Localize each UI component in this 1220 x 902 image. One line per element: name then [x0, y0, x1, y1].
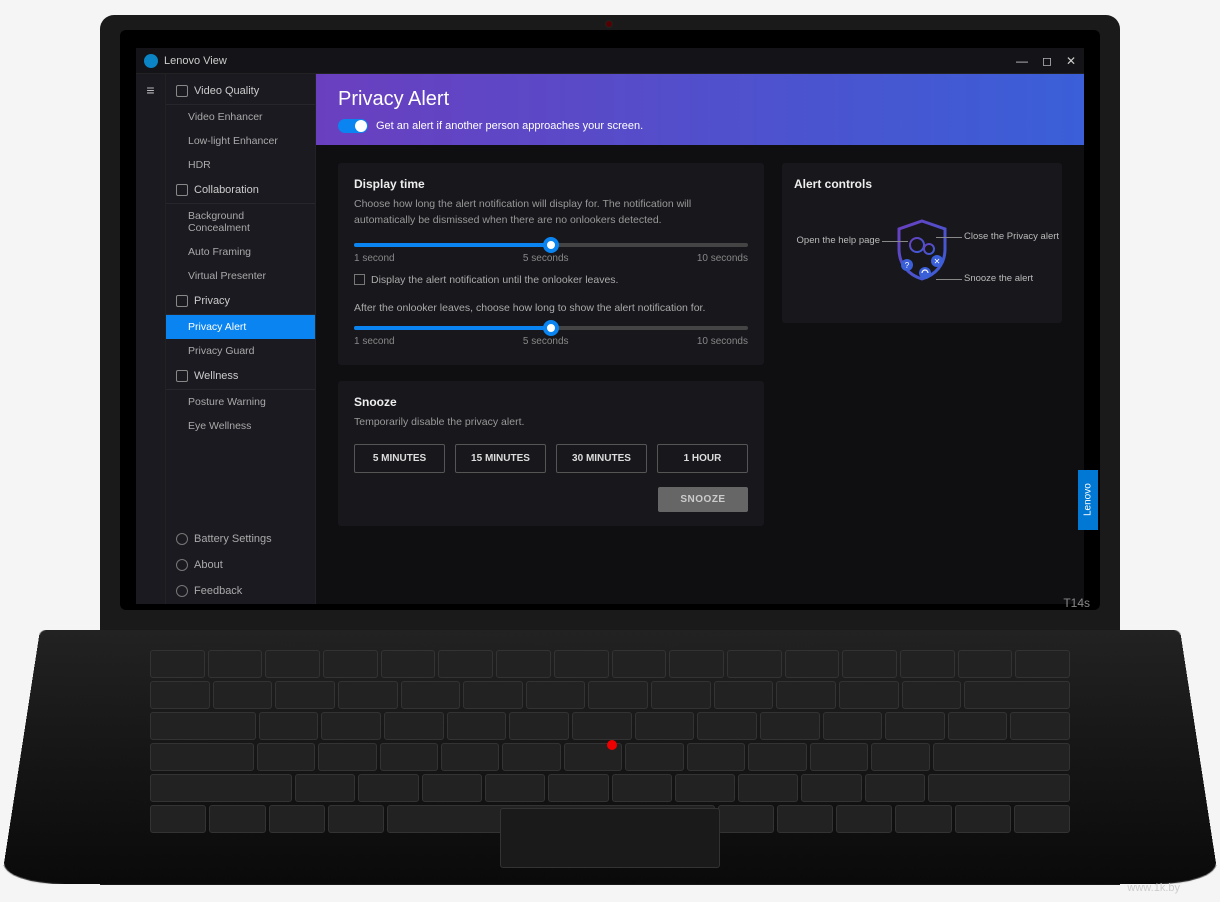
sidebar-item-privacy-alert[interactable]: Privacy Alert [166, 315, 315, 339]
svg-text:?: ? [905, 261, 910, 270]
callout-close: Close the Privacy alert [964, 231, 1050, 242]
sidebar-item-about[interactable]: About [166, 552, 315, 578]
sidebar-item-background-concealment[interactable]: Background Concealment [166, 204, 315, 240]
snooze-30min-button[interactable]: 30 MINUTES [556, 444, 647, 473]
chat-icon [176, 585, 188, 597]
trackpoint [607, 740, 617, 750]
display-time-card: Display time Choose how long the alert n… [338, 163, 764, 365]
sidebar-item-low-light-enhancer[interactable]: Low-light Enhancer [166, 129, 315, 153]
page-header: Privacy Alert Get an alert if another pe… [316, 74, 1084, 145]
callout-snooze: Snooze the alert [964, 273, 1050, 284]
snooze-card: Snooze Temporarily disable the privacy a… [338, 381, 764, 527]
keyboard [150, 650, 1070, 805]
slider2-min-label: 1 second [354, 336, 395, 347]
trackpad [500, 808, 720, 868]
slider-min-label: 1 second [354, 253, 395, 264]
main-content: Privacy Alert Get an alert if another pe… [316, 74, 1084, 604]
page-title: Privacy Alert [338, 88, 1062, 111]
snooze-15min-button[interactable]: 15 MINUTES [455, 444, 546, 473]
snooze-1hour-button[interactable]: 1 HOUR [657, 444, 748, 473]
after-leave-slider[interactable]: 1 second 5 seconds 10 seconds [354, 326, 748, 347]
app-window: Lenovo View — ◻ ✕ ≡ Video Quality Video … [136, 48, 1084, 604]
lenovo-brand-tag: Lenovo [1078, 470, 1098, 530]
sidebar-section-wellness[interactable]: Wellness [166, 363, 315, 390]
snooze-5min-button[interactable]: 5 MINUTES [354, 444, 445, 473]
window-minimize-icon[interactable]: — [1016, 54, 1028, 68]
app-title: Lenovo View [164, 55, 227, 67]
window-maximize-icon[interactable]: ◻ [1042, 54, 1052, 68]
snooze-action-button[interactable]: SNOOZE [658, 487, 748, 512]
sidebar-section-collaboration[interactable]: Collaboration [166, 177, 315, 204]
collab-icon [176, 184, 188, 196]
laptop-model-badge: T14s [1063, 596, 1090, 610]
privacy-shield-icon: ? ✕ [895, 219, 949, 281]
sidebar-item-hdr[interactable]: HDR [166, 153, 315, 177]
watermark: www.1k.by [1127, 882, 1180, 894]
shield-icon [176, 295, 188, 307]
hamburger-menu-icon[interactable]: ≡ [136, 74, 166, 604]
display-time-desc: Choose how long the alert notification w… [354, 197, 748, 229]
sidebar-section-video-quality[interactable]: Video Quality [166, 78, 315, 105]
info-icon [176, 559, 188, 571]
sidebar-item-virtual-presenter[interactable]: Virtual Presenter [166, 264, 315, 288]
sidebar-item-posture-warning[interactable]: Posture Warning [166, 390, 315, 414]
toggle-description: Get an alert if another person approache… [376, 120, 643, 132]
sidebar-item-auto-framing[interactable]: Auto Framing [166, 240, 315, 264]
after-onlooker-desc: After the onlooker leaves, choose how lo… [354, 302, 748, 314]
alert-controls-title: Alert controls [794, 177, 1050, 191]
display-time-slider[interactable]: 1 second 5 seconds 10 seconds [354, 243, 748, 264]
persist-alert-label: Display the alert notification until the… [371, 274, 618, 286]
app-icon [144, 54, 158, 68]
sidebar-item-eye-wellness[interactable]: Eye Wellness [166, 414, 315, 438]
display-time-title: Display time [354, 177, 748, 191]
privacy-alert-toggle[interactable] [338, 119, 368, 133]
titlebar: Lenovo View — ◻ ✕ [136, 48, 1084, 74]
slider-max-label: 10 seconds [697, 253, 748, 264]
sidebar-section-privacy[interactable]: Privacy [166, 288, 315, 315]
snooze-desc: Temporarily disable the privacy alert. [354, 415, 748, 431]
sidebar-item-privacy-guard[interactable]: Privacy Guard [166, 339, 315, 363]
slider-mid-label: 5 seconds [523, 253, 569, 264]
sidebar: Video Quality Video Enhancer Low-light E… [166, 74, 316, 604]
slider2-max-label: 10 seconds [697, 336, 748, 347]
gear-icon [176, 533, 188, 545]
heart-icon [176, 370, 188, 382]
svg-text:✕: ✕ [934, 257, 941, 266]
snooze-title: Snooze [354, 395, 748, 409]
slider2-mid-label: 5 seconds [523, 336, 569, 347]
sidebar-item-feedback[interactable]: Feedback [166, 578, 315, 604]
alert-controls-card: Alert controls ? ✕ Open th [782, 163, 1062, 323]
camera [605, 20, 613, 28]
video-icon [176, 85, 188, 97]
sidebar-item-video-enhancer[interactable]: Video Enhancer [166, 105, 315, 129]
persist-alert-checkbox[interactable] [354, 274, 365, 285]
sidebar-item-battery-settings[interactable]: Battery Settings [166, 526, 315, 552]
callout-help: Open the help page [794, 235, 880, 246]
window-close-icon[interactable]: ✕ [1066, 54, 1076, 68]
